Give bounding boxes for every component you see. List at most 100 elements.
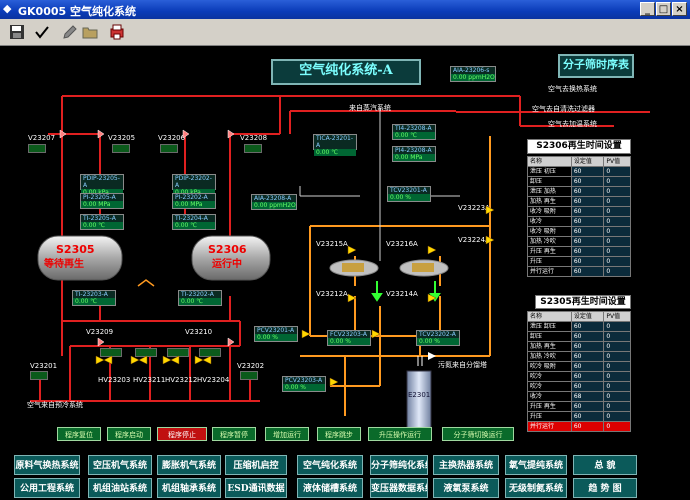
s2305-cell-pv: 0 bbox=[603, 371, 631, 382]
tag-pdip-23205[interactable]: PDIP-23205-A0.00 kPa bbox=[80, 174, 124, 196]
s2306-cell-pv: 0 bbox=[603, 216, 631, 227]
btn-program-start[interactable]: 程序启动 bbox=[107, 427, 151, 441]
maximize-button[interactable]: □ bbox=[656, 2, 671, 16]
s2306-cell-set[interactable]: 60 bbox=[570, 236, 605, 247]
pencil-icon bbox=[63, 25, 77, 39]
s2305-cell-set[interactable]: 60 bbox=[570, 341, 605, 352]
s2306-cell-set[interactable]: 60 bbox=[570, 216, 605, 227]
tag-pi4-23208[interactable]: PI4-23208-A 0.00 MPa bbox=[392, 146, 436, 162]
nav-nav_row1-4[interactable]: 空气纯化系统 bbox=[297, 455, 363, 475]
s2305-row: 加热 冷吹 60 0 bbox=[527, 351, 631, 362]
open-button[interactable] bbox=[80, 22, 100, 42]
s2305-cell-name: 并行运行 bbox=[527, 421, 572, 432]
tag-aia-23208[interactable]: AIA-23208-A 0.00 ppmH2O bbox=[251, 194, 297, 210]
tag-ti-23203[interactable]: TI-23203-A 0.00 ℃ bbox=[72, 290, 116, 306]
title-bar: ◆ GK0005 空气纯化系统 _ □ × bbox=[0, 0, 690, 19]
s2306-cell-set[interactable]: 60 bbox=[570, 206, 605, 217]
s2306-cell-pv: 0 bbox=[603, 176, 631, 187]
s2305-cell-name: 吹冷 吸附 bbox=[527, 361, 572, 372]
nav-nav_row1-6[interactable]: 主换热器系统 bbox=[433, 455, 499, 475]
nav-nav_row2-0[interactable]: 公用工程系统 bbox=[14, 478, 80, 498]
s2306-cell-set[interactable]: 60 bbox=[570, 176, 605, 187]
s2305-cell-pv: 0 bbox=[603, 331, 631, 342]
btn-pressurize-run[interactable]: 升压操作运行 bbox=[368, 427, 432, 441]
s2305-cell-pv: 0 bbox=[603, 351, 631, 362]
minimize-button[interactable]: _ bbox=[640, 2, 655, 16]
tag-pdip-23202[interactable]: PDIP-23202-A0.00 kPa bbox=[172, 174, 216, 196]
nav-nav_row2-4[interactable]: 液体储槽系统 bbox=[297, 478, 363, 498]
s2305-cell-set[interactable]: 60 bbox=[570, 331, 605, 342]
nav-nav_row1-7[interactable]: 氧气提纯系统 bbox=[505, 455, 567, 475]
nav-nav_row2-2[interactable]: 机组轴承系统 bbox=[157, 478, 221, 498]
nav-nav_row1-5[interactable]: 分子筛纯化系统 bbox=[370, 455, 428, 475]
nav-nav_row2-1[interactable]: 机组油站系统 bbox=[88, 478, 152, 498]
s2305-row: 吹冷 吸附 60 0 bbox=[527, 361, 631, 372]
s2305-cell-set[interactable]: 60 bbox=[570, 401, 605, 412]
s2305-cell-set[interactable]: 60 bbox=[570, 361, 605, 372]
nav-nav_row2-3[interactable]: ESD通讯数据 bbox=[225, 478, 287, 498]
nav-nav_row1-3[interactable]: 压缩机启控 bbox=[225, 455, 287, 475]
confirm-button[interactable] bbox=[32, 22, 52, 42]
s2306-cell-set[interactable]: 60 bbox=[570, 166, 605, 177]
btn-sieve-switch[interactable]: 分子筛切换运行 bbox=[442, 427, 514, 441]
tag-pi-23202[interactable]: PI-23202-A 0.00 MPa bbox=[172, 193, 216, 209]
s2305-row: 吹冷 60 0 bbox=[527, 371, 631, 382]
s2305-cell-set[interactable]: 68 bbox=[570, 391, 605, 402]
nav-nav_row2-7[interactable]: 无级制氮系统 bbox=[505, 478, 567, 498]
edit-button[interactable] bbox=[60, 22, 80, 42]
s2306-cell-set[interactable]: 60 bbox=[570, 226, 605, 237]
print-button[interactable] bbox=[107, 22, 127, 42]
s2305-cell-set[interactable]: 60 bbox=[570, 371, 605, 382]
vessel-s2306-status: 运行中 bbox=[212, 259, 242, 270]
nav-nav_row1-8[interactable]: 总 貌 bbox=[573, 455, 637, 475]
tag-pcv23201[interactable]: PCV23201-A 0.00 % bbox=[254, 326, 298, 342]
s2305-cell-name: 升压 再生 bbox=[527, 401, 572, 412]
s2305-cell-name: 加热 再生 bbox=[527, 341, 572, 352]
tag-tcv23201[interactable]: TCV23201-A 0.00 % bbox=[387, 186, 431, 202]
tag-fcv23203[interactable]: FCV23203-A 0.00 % bbox=[327, 330, 371, 346]
s2306-row: 泄压 初压 60 0 bbox=[527, 166, 631, 177]
s2306-cell-set[interactable]: 60 bbox=[570, 186, 605, 197]
btn-add-run[interactable]: 增加运行 bbox=[265, 427, 309, 441]
check-icon bbox=[35, 26, 49, 39]
s2306-cell-pv: 0 bbox=[603, 166, 631, 177]
nav-nav_row1-1[interactable]: 空压机气系统 bbox=[88, 455, 152, 475]
tag-ti-23204[interactable]: TI-23204-A 0.00 ℃ bbox=[172, 214, 216, 230]
s2305-cell-set[interactable]: 60 bbox=[570, 321, 605, 332]
s2306-cell-pv: 0 bbox=[603, 226, 631, 237]
btn-program-pause[interactable]: 程序暂停 bbox=[212, 427, 256, 441]
tag-ti-23202[interactable]: TI-23202-A 0.00 ℃ bbox=[178, 290, 222, 306]
tag-pi-23205[interactable]: PI-23205-A 0.00 MPa bbox=[80, 193, 124, 209]
s2306-row: 卸压 60 0 bbox=[527, 176, 631, 187]
btn-program-stop[interactable]: 程序停止 bbox=[157, 427, 207, 441]
s2306-row: 加热 再生 60 0 bbox=[527, 196, 631, 207]
s2305-cell-name: 收冷 bbox=[527, 391, 572, 402]
save-button[interactable] bbox=[7, 22, 27, 42]
s2306-cell-set[interactable]: 60 bbox=[570, 256, 605, 267]
btn-program-skip[interactable]: 程序跳步 bbox=[317, 427, 361, 441]
s2306-cell-set[interactable]: 60 bbox=[570, 266, 605, 277]
nav-nav_row2-5[interactable]: 变压器数据系统 bbox=[370, 478, 428, 498]
s2305-cell-set[interactable]: 60 bbox=[570, 411, 605, 422]
s2306-cell-set[interactable]: 60 bbox=[570, 246, 605, 257]
btn-program-reset[interactable]: 程序复位 bbox=[57, 427, 101, 441]
nav-nav_row2-6[interactable]: 液氧泵系统 bbox=[433, 478, 499, 498]
tag-tica-23201[interactable]: TICA-23201-A 0.00 ℃ bbox=[313, 134, 357, 156]
tag-ti-23205[interactable]: TI-23205-A 0.00 ℃ bbox=[80, 214, 124, 230]
close-button[interactable]: × bbox=[672, 2, 687, 16]
s2306-cell-set[interactable]: 60 bbox=[570, 196, 605, 207]
s2306-cell-name: 收冷 吸附 bbox=[527, 206, 572, 217]
s2305-cell-set[interactable]: 60 bbox=[570, 421, 605, 432]
nav-nav_row2-8[interactable]: 趋 势 图 bbox=[573, 478, 637, 498]
s2305-cell-set[interactable]: 60 bbox=[570, 381, 605, 392]
vessel-s2305-id: S2305 bbox=[56, 243, 95, 256]
s2306-cell-name: 卸压 bbox=[527, 176, 572, 187]
nav-nav_row1-2[interactable]: 膨胀机气系统 bbox=[157, 455, 221, 475]
nav-nav_row1-0[interactable]: 原料气换热系统 bbox=[14, 455, 80, 475]
tag-tcv23202[interactable]: TCV23202-A 0.00 % bbox=[416, 330, 460, 346]
tag-ti4-23208[interactable]: TI4-23208-A 0.00 ℃ bbox=[392, 124, 436, 140]
s2306-table: 名称 设定值 PV值 泄压 初压 60 0 卸压 60 0 泄压 加热 60 0 加热 再生 60 0 收冷… bbox=[527, 156, 631, 277]
tag-pcv23203[interactable]: PCV23203-A 0.00 % bbox=[282, 376, 326, 392]
s2305-cell-set[interactable]: 60 bbox=[570, 351, 605, 362]
s2306-cell-pv: 0 bbox=[603, 196, 631, 207]
